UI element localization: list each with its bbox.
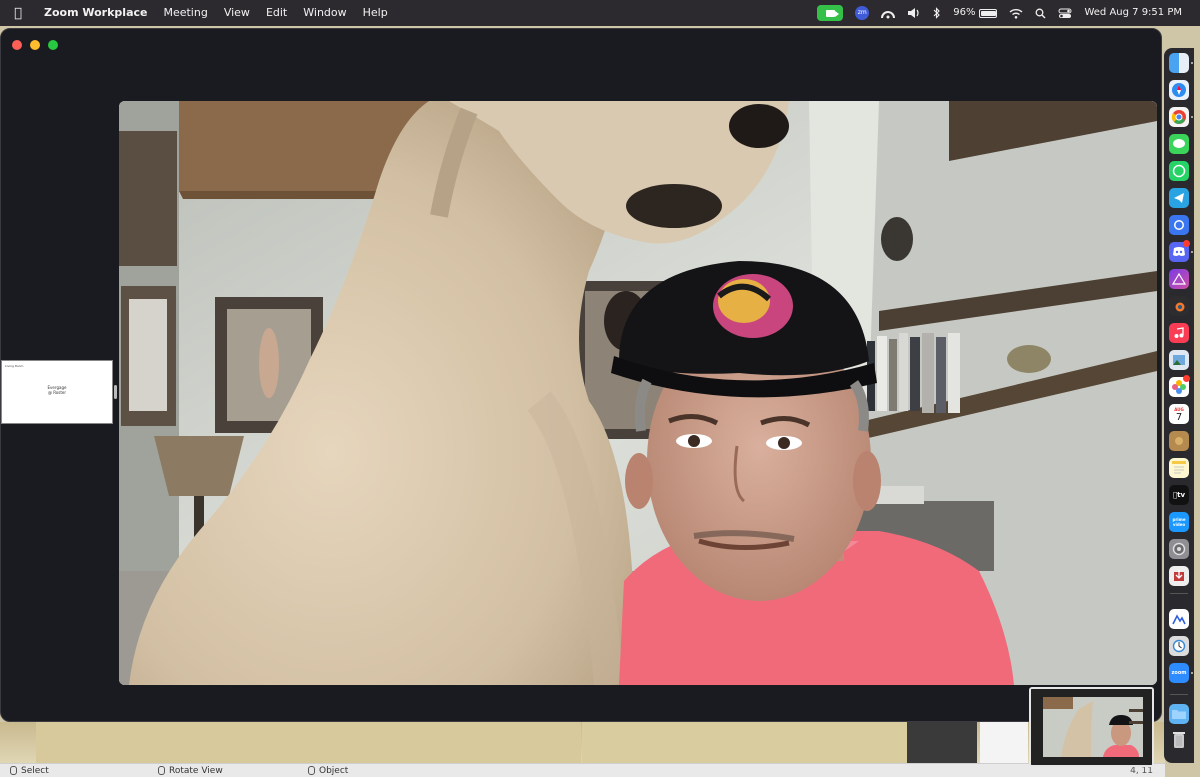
thumbnail-participant-name: Evergage @ Roster (47, 385, 67, 395)
background-app-statusbar: Select Rotate View Object 4, 11 (0, 763, 1165, 777)
background-app-area (0, 722, 1165, 764)
menu-meeting[interactable]: Meeting (155, 0, 215, 26)
zoom-label: zoom (1171, 670, 1187, 676)
apple-icon[interactable]:  (0, 6, 36, 21)
whatsapp-icon[interactable] (1169, 161, 1189, 181)
installer-icon[interactable] (1169, 566, 1189, 586)
mouse-icon (308, 766, 315, 775)
running-indicator (1191, 62, 1193, 64)
self-view-thumbnail[interactable] (1029, 687, 1154, 767)
notification-badge (1183, 375, 1190, 382)
mouse-icon (10, 766, 17, 775)
menu-window[interactable]: Window (295, 0, 354, 26)
prime-video-label: prime video (1172, 517, 1186, 527)
telegram-icon[interactable] (1169, 188, 1189, 208)
dock: AUG 7 tv prime video zoom (1164, 48, 1194, 763)
preview-icon[interactable] (1169, 350, 1189, 370)
window-controls (12, 40, 58, 50)
battery-percent: 96% (953, 7, 976, 18)
self-view-frame (1031, 689, 1152, 765)
running-indicator (1191, 251, 1193, 253)
calendar-icon[interactable]: AUG 7 (1169, 404, 1189, 424)
participant-video[interactable] (119, 101, 1157, 685)
prime-video-icon[interactable]: prime video (1169, 512, 1189, 532)
running-indicator (1191, 116, 1193, 118)
bluetooth-icon[interactable] (927, 7, 947, 19)
background-panel (36, 722, 581, 764)
background-panel (907, 722, 977, 764)
minimize-window-button[interactable] (30, 40, 40, 50)
blender-icon[interactable] (1169, 296, 1189, 316)
signal-icon[interactable] (1169, 215, 1189, 235)
messages-icon[interactable] (1169, 134, 1189, 154)
statusbar-select: Select (10, 766, 150, 776)
camera-in-use-indicator[interactable] (811, 5, 849, 21)
system-settings-icon[interactable] (1169, 539, 1189, 559)
control-center-icon[interactable] (1052, 8, 1078, 19)
apple-tv-label: tv (1175, 491, 1185, 499)
wifi-icon[interactable] (1003, 8, 1029, 19)
zoom-meeting-window: Living Room Evergage @ Roster (0, 28, 1162, 722)
thumbnail-title: Living Room (5, 364, 24, 368)
menu-edit[interactable]: Edit (258, 0, 295, 26)
battery-icon (979, 8, 998, 18)
calendar-day: 7 (1175, 412, 1183, 423)
zoom-icon[interactable]: zoom (1169, 663, 1189, 683)
notes-app-icon[interactable] (1169, 431, 1189, 451)
spotlight-search-icon[interactable] (1029, 8, 1052, 19)
running-indicator (1191, 672, 1193, 674)
close-window-button[interactable] (12, 40, 22, 50)
video-frame (119, 101, 1157, 685)
gallery-collapse-handle[interactable] (114, 385, 117, 399)
dock-separator (1170, 593, 1188, 594)
statusbar-rotate-view: Rotate View (158, 766, 308, 776)
trash-icon[interactable] (1169, 730, 1189, 750)
zoom-status-icon[interactable]: zm (849, 6, 875, 20)
notes-icon[interactable] (1169, 458, 1189, 478)
affinity-icon[interactable] (1169, 269, 1189, 289)
safari-icon[interactable] (1169, 80, 1189, 100)
screen:  Zoom Workplace Meeting View Edit Windo… (0, 0, 1200, 777)
menu-view[interactable]: View (216, 0, 258, 26)
music-icon[interactable] (1169, 323, 1189, 343)
downloads-folder-icon[interactable] (1169, 704, 1189, 724)
finder-icon[interactable] (1169, 53, 1189, 73)
dock-separator (1170, 694, 1188, 695)
background-panel (980, 722, 1028, 764)
vpn-icon[interactable] (875, 7, 901, 19)
chrome-icon[interactable] (1169, 107, 1189, 127)
nordvpn-icon[interactable] (1169, 609, 1189, 629)
menu-app-name[interactable]: Zoom Workplace (36, 0, 155, 26)
fullscreen-window-button[interactable] (48, 40, 58, 50)
menu-help[interactable]: Help (355, 0, 396, 26)
mouse-icon (158, 766, 165, 775)
volume-icon[interactable] (901, 7, 927, 19)
notification-badge (1183, 240, 1190, 247)
menubar:  Zoom Workplace Meeting View Edit Windo… (0, 0, 1200, 26)
system-preferences-icon[interactable] (1169, 636, 1189, 656)
battery-status[interactable]: 96% (947, 0, 1003, 26)
status-area: zm 96% Wed Aug 7 9:51 PM (811, 0, 1200, 26)
background-panel (582, 722, 907, 764)
statusbar-object: Object (308, 766, 448, 776)
gallery-thumbnail[interactable]: Living Room Evergage @ Roster (1, 360, 113, 424)
apple-tv-icon[interactable]: tv (1169, 485, 1189, 505)
clock[interactable]: Wed Aug 7 9:51 PM (1078, 0, 1188, 26)
